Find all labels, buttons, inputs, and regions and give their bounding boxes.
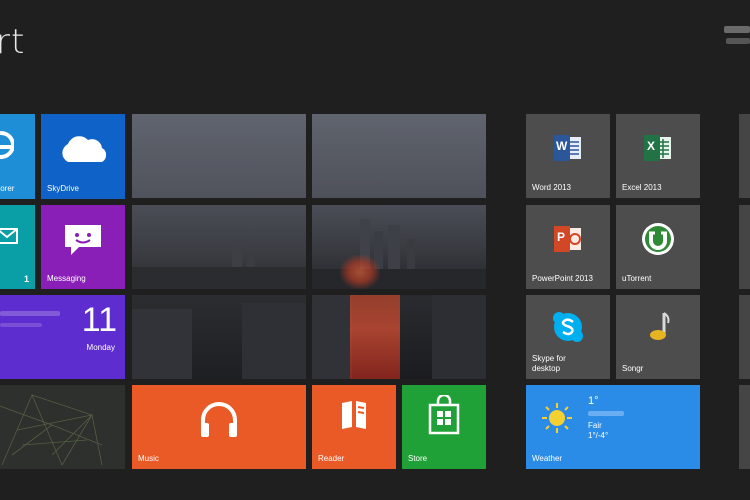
cloud-icon	[62, 136, 107, 162]
tile-label: Music	[138, 454, 159, 463]
tile-label-line2: desktop	[532, 364, 561, 373]
tile-photos-cell[interactable]	[132, 114, 306, 198]
store-bag-icon	[428, 395, 460, 435]
tile-songr[interactable]: Songr	[616, 295, 700, 379]
tile-label: Word 2013	[532, 183, 571, 192]
user-account[interactable]	[724, 24, 750, 54]
excel-glyph: X	[647, 139, 656, 153]
tile-label: Store	[408, 454, 428, 463]
songr-icon	[650, 312, 670, 340]
tile-label: Weather	[532, 454, 563, 463]
utorrent-icon	[642, 223, 674, 255]
headphones-icon	[201, 402, 237, 437]
tile-label-line1: Skype for	[532, 354, 566, 363]
weather-condition: Fair	[588, 421, 602, 430]
city-building	[312, 269, 486, 289]
chat-bubble-icon	[65, 225, 101, 255]
reader-icon	[342, 401, 366, 429]
calendar-event-blur	[0, 323, 42, 327]
tile-weather[interactable]: 1° Fair 1°/-4° Weather	[526, 385, 700, 469]
tile-excel-2013[interactable]: X Excel 2013	[616, 114, 700, 198]
city-building	[242, 303, 306, 379]
sun-icon	[542, 403, 572, 433]
tile-internet-explorer[interactable]: plorer	[0, 114, 35, 199]
tile-label: Songr	[622, 364, 644, 373]
tile-word-2013[interactable]: W Word 2013	[526, 114, 610, 198]
weather-range: 1°/-4°	[588, 431, 609, 440]
calendar-weekday: Monday	[86, 343, 115, 352]
street-lights	[340, 255, 380, 289]
tile-offscreen[interactable]	[739, 205, 750, 289]
user-name-blur	[724, 26, 750, 33]
skype-icon	[553, 312, 583, 342]
mail-icon	[0, 228, 18, 244]
tile-label: Reader	[318, 454, 345, 463]
wireframe-pattern	[0, 393, 103, 466]
user-subtitle-blur	[726, 38, 750, 44]
tile-photos-cell[interactable]	[312, 205, 486, 289]
tile-offscreen[interactable]	[739, 385, 750, 469]
tile-label: SkyDrive	[47, 184, 80, 193]
mail-unread-badge: 1	[23, 274, 29, 284]
page-title: rt	[0, 22, 26, 62]
tile-label: Messaging	[47, 274, 86, 283]
city-building	[432, 295, 486, 379]
tile-store[interactable]: Store	[402, 385, 486, 469]
tile-utorrent[interactable]: uTorrent	[616, 205, 700, 289]
tile-photos-cell[interactable]	[312, 295, 486, 379]
tile-mail[interactable]: 1	[0, 205, 35, 289]
tile-skydrive[interactable]: SkyDrive	[41, 114, 125, 199]
weather-temperature: 1°	[588, 395, 599, 407]
powerpoint-glyph: P	[557, 230, 566, 244]
calendar-event-blur	[0, 311, 60, 316]
tile-photos-cell[interactable]	[312, 114, 486, 198]
tile-label: Excel 2013	[622, 183, 662, 192]
tile-reader[interactable]: Reader	[312, 385, 396, 469]
tile-label: PowerPoint 2013	[532, 274, 593, 283]
street-lights	[350, 295, 400, 379]
tile-offscreen[interactable]	[739, 114, 750, 198]
tile-label: plorer	[0, 184, 15, 193]
word-glyph: W	[556, 139, 568, 153]
calendar-day-number: 11	[81, 301, 117, 339]
tile-photos-cell[interactable]	[132, 205, 306, 289]
tile-label: uTorrent	[622, 274, 652, 283]
internet-explorer-icon	[0, 131, 14, 159]
tile-messaging[interactable]: Messaging	[41, 205, 125, 289]
tile-calendar[interactable]: 11 Monday	[0, 295, 125, 379]
tile-powerpoint-2013[interactable]: P PowerPoint 2013	[526, 205, 610, 289]
weather-location-blur	[588, 411, 624, 416]
tile-photos-cell[interactable]	[132, 295, 306, 379]
city-building	[132, 309, 192, 379]
tile-desktop-wallpaper[interactable]	[0, 385, 125, 469]
city-building	[312, 295, 352, 379]
tile-skype-for-desktop[interactable]: Skype for desktop	[526, 295, 610, 379]
tile-music[interactable]: Music	[132, 385, 306, 469]
city-building	[132, 267, 306, 289]
tile-offscreen[interactable]	[739, 295, 750, 379]
